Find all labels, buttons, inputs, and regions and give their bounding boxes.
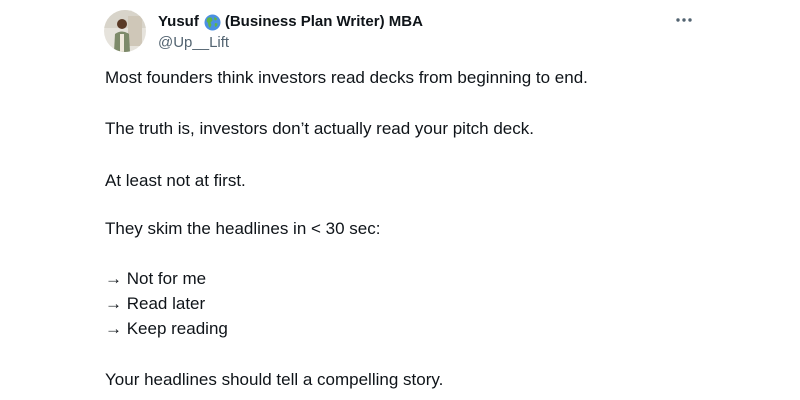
author-block: Yusuf (Business Plan Writer) MBA @Up__Li… xyxy=(158,12,423,52)
globe-americas-icon xyxy=(204,14,221,31)
author-avatar[interactable] xyxy=(104,10,146,52)
author-name-title: (Business Plan Writer) MBA xyxy=(224,13,423,30)
author-name[interactable]: Yusuf (Business Plan Writer) MBA xyxy=(158,12,423,32)
tweet: Yusuf (Business Plan Writer) MBA @Up__Li… xyxy=(0,0,800,400)
author-name-first: Yusuf xyxy=(158,13,199,30)
author-handle[interactable]: @Up__Lift xyxy=(158,34,423,52)
tweet-text-line: Your headlines should tell a compelling … xyxy=(105,370,444,389)
tweet-text-line: → Not for me xyxy=(105,269,207,288)
tweet-text-line: Most founders think investors read decks… xyxy=(105,68,588,87)
tweet-text-line: They skim the headlines in < 30 sec: xyxy=(105,219,381,238)
tweet-text-line: At least not at first. xyxy=(105,171,246,190)
tweet-text-line: → Keep reading xyxy=(105,319,228,338)
tweet-text-line: The truth is, investors don’t actually r… xyxy=(105,119,534,138)
tweet-text-line: → Read later xyxy=(105,294,206,313)
more-horizontal-icon[interactable] xyxy=(670,8,698,32)
